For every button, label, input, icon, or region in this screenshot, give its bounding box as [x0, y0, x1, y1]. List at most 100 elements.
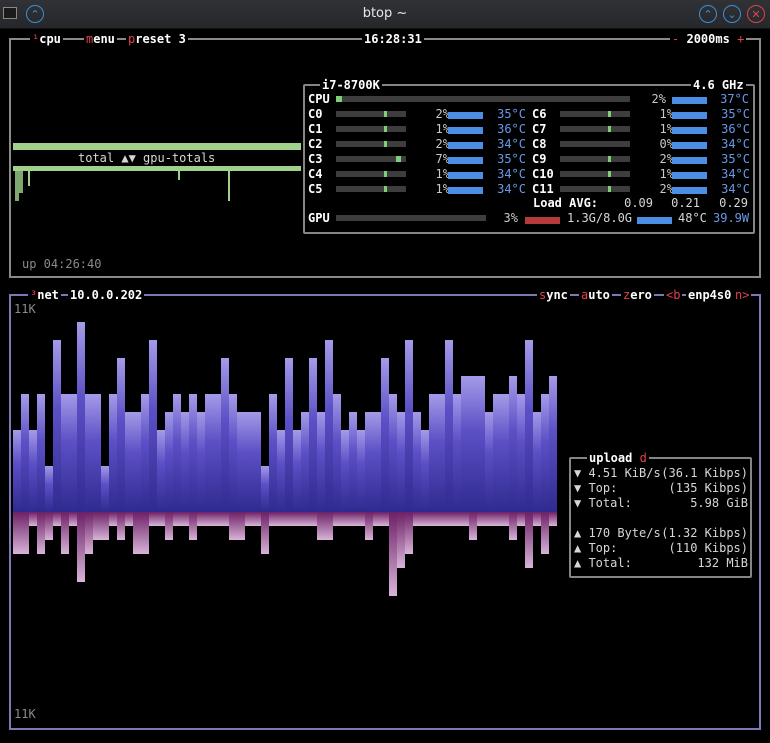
upload-bar	[237, 512, 245, 540]
download-bar	[293, 430, 301, 512]
upload-bar	[333, 512, 341, 526]
download-bar	[317, 412, 325, 512]
upload-bar	[53, 512, 61, 526]
core-meter	[336, 171, 406, 177]
download-bar	[133, 412, 141, 512]
download-bar	[221, 358, 229, 512]
core-meter	[336, 156, 406, 162]
upload-bar	[37, 512, 45, 554]
upload-top: (110 Kibps)	[668, 541, 748, 555]
download-bar	[261, 466, 269, 512]
upload-bar	[429, 512, 437, 526]
upload-bar	[21, 512, 29, 554]
download-bar	[501, 394, 509, 512]
next-interface-button[interactable]: n>	[733, 288, 752, 302]
download-bar	[253, 412, 261, 512]
uptime: up 04:26:40	[22, 257, 102, 271]
upload-bar	[365, 512, 373, 540]
download-bar	[437, 394, 445, 512]
prev-interface-button[interactable]: <b	[664, 288, 683, 302]
minimize-up-button[interactable]: ⌃	[699, 5, 717, 23]
download-bar	[245, 412, 253, 512]
upload-bar	[229, 512, 237, 540]
upload-bar	[469, 512, 477, 540]
core-label: C11	[532, 182, 554, 196]
minimize-down-button[interactable]: ⌄	[723, 5, 741, 23]
download-bar	[509, 376, 517, 512]
download-bar	[413, 412, 421, 512]
core-meter	[336, 111, 406, 117]
upload-bar	[461, 512, 469, 526]
download-bar	[541, 394, 549, 512]
download-bar	[445, 340, 453, 512]
upload-bar	[485, 512, 493, 526]
core-meter	[560, 141, 630, 147]
download-bar	[389, 394, 397, 512]
upload-bar	[109, 512, 117, 526]
download-bar	[197, 412, 205, 512]
download-bar	[405, 340, 413, 512]
download-bar	[365, 412, 373, 512]
gpu-temp: 48°C	[678, 211, 707, 225]
zero-toggle[interactable]: zero	[621, 288, 654, 302]
net-graph	[13, 322, 557, 596]
download-bar	[533, 412, 541, 512]
cpu-box-title[interactable]: ¹cpu	[30, 32, 63, 46]
upload-total-label: ▲ Total:	[574, 556, 632, 570]
download-bar	[101, 466, 109, 512]
gpu-mem-bar	[525, 217, 560, 224]
core-label: C7	[532, 122, 547, 136]
upload-bar	[453, 512, 461, 526]
net-stats-title[interactable]: upload d	[587, 451, 649, 465]
menu-button[interactable]: menu	[84, 32, 117, 46]
update-interval[interactable]: - 2000ms +	[670, 32, 747, 46]
download-bar	[453, 394, 461, 512]
core-pct: 0%	[659, 137, 674, 151]
core-label: C6	[532, 107, 547, 121]
core-label: C1	[308, 122, 323, 136]
gpu-pct: 3%	[503, 211, 518, 225]
upload-bar	[173, 512, 181, 526]
upload-bar	[549, 512, 557, 526]
core-temp: 34°C	[721, 137, 750, 151]
upload-bar	[245, 512, 253, 526]
download-bar	[269, 394, 277, 512]
core-temp-bar	[672, 142, 707, 149]
upload-bar	[309, 512, 317, 526]
preset-button[interactable]: preset 3	[126, 32, 188, 46]
core-meter	[560, 171, 630, 177]
download-top: (135 Kibps)	[668, 481, 748, 495]
upload-bar	[77, 512, 85, 582]
core-pct: 1%	[659, 122, 674, 136]
upload-bar	[117, 512, 125, 540]
upload-bar	[45, 512, 53, 540]
download-bar	[357, 430, 365, 512]
upload-bar	[325, 512, 333, 540]
upload-bar	[213, 512, 221, 526]
core-meter	[336, 141, 406, 147]
download-bar	[173, 394, 181, 512]
upload-bar	[165, 512, 173, 540]
upload-bar	[421, 512, 429, 526]
download-bar	[381, 358, 389, 512]
close-button[interactable]: ✕	[747, 5, 765, 23]
core-temp-bar	[672, 112, 707, 119]
core-pct: 2%	[435, 137, 450, 151]
core-label: C0	[308, 107, 323, 121]
core-temp: 34°C	[721, 182, 750, 196]
upload-bar	[269, 512, 277, 526]
download-rate: ▼ 4.51 KiB/s	[574, 466, 661, 480]
upload-bar	[221, 512, 229, 526]
download-bar	[85, 394, 93, 512]
core-pct: 1%	[435, 122, 450, 136]
cpu-total-pct: 2%	[651, 92, 666, 106]
cpu-frequency: 4.6 GHz	[691, 78, 746, 92]
upload-bar	[125, 512, 133, 526]
upload-bar	[445, 512, 453, 526]
auto-toggle[interactable]: auto	[579, 288, 612, 302]
upload-bar	[541, 512, 549, 554]
core-pct: 2%	[659, 182, 674, 196]
download-bar	[469, 376, 477, 512]
download-bar	[93, 394, 101, 512]
cpu-model: i7-8700K	[320, 78, 382, 92]
